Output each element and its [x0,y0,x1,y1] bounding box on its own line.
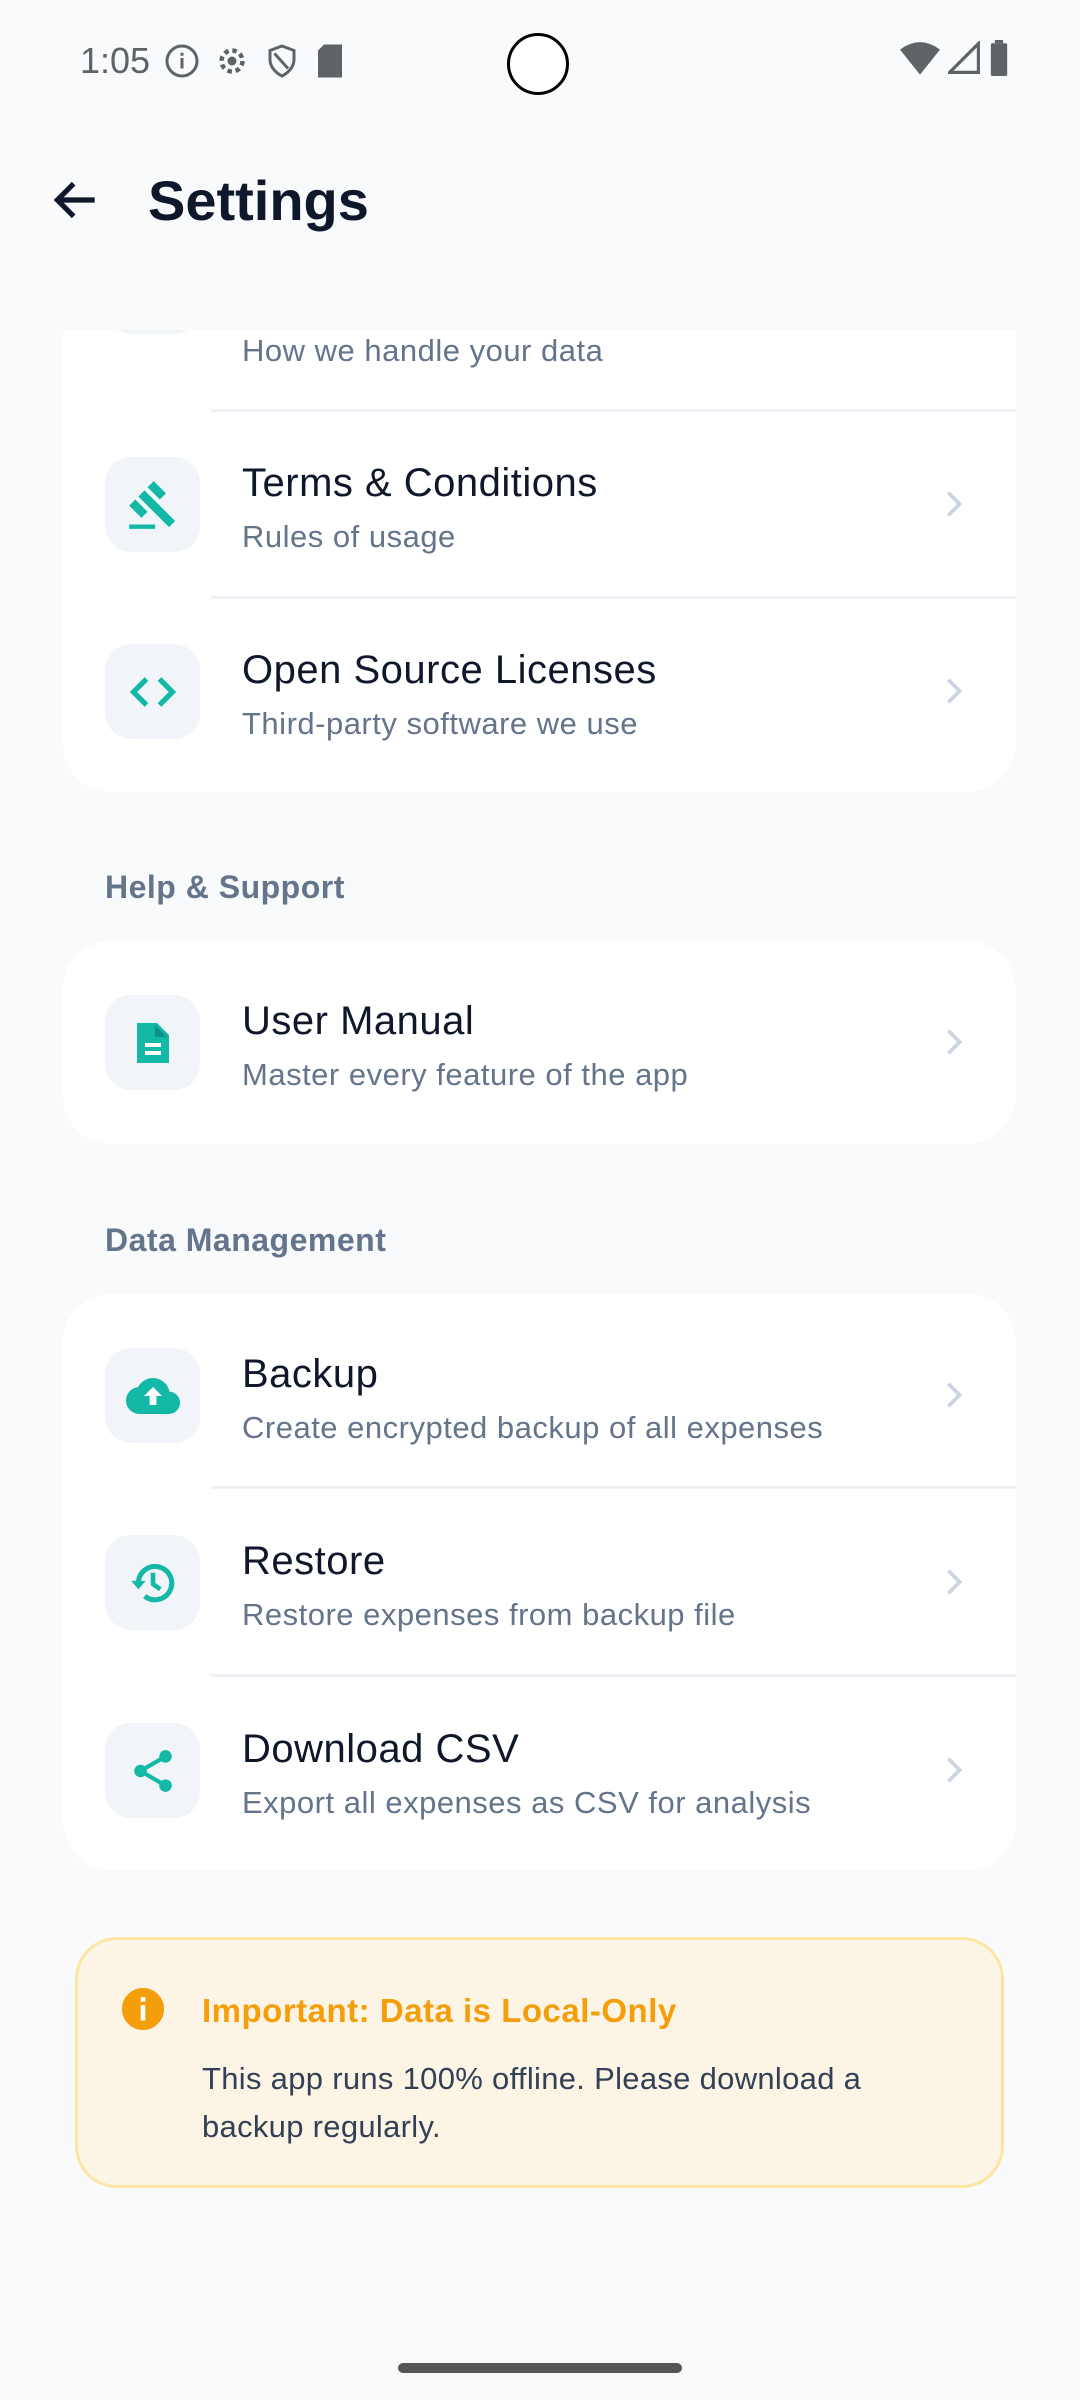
notice-body: This app runs 100% offline. Please downl… [202,2061,862,2144]
page-title: Settings [148,169,369,232]
wifi-icon [900,42,940,75]
arrow-left-icon [53,181,95,219]
home-indicator[interactable] [398,2363,682,2373]
camera-cutout [507,33,569,95]
privacy-icon [105,330,200,334]
chevron-right-icon [946,1029,963,1055]
history-icon [105,1535,200,1630]
row-title: Terms & Conditions [242,461,598,505]
user-manual-row[interactable]: User Manual Master every feature of the … [63,949,1016,1136]
section-header-data-management: Data Management [105,1222,387,1258]
row-subtitle: Master every feature of the app [242,1057,689,1092]
chevron-right-icon [946,491,963,517]
chevron-right-icon [946,1757,963,1783]
row-subtitle: Create encrypted backup of all expenses [242,1410,824,1445]
section-header-help: Help & Support [105,869,345,905]
status-time: 1:05 [80,40,151,81]
row-subtitle: Third-party software we use [242,706,638,741]
restore-row[interactable]: Restore Restore expenses from backup fil… [63,1489,1016,1676]
terms-row[interactable]: Terms & Conditions Rules of usage [63,411,1016,598]
row-title: Restore [242,1539,386,1583]
local-only-notice: Important: Data is Local-Only This app r… [75,1937,1004,2188]
signal-icon [948,41,980,74]
shield-icon [268,44,296,78]
row-subtitle: Rules of usage [242,519,456,554]
info-icon [121,1987,165,2031]
chevron-right-icon [946,678,963,704]
row-title: User Manual [242,999,475,1043]
row-subtitle: Export all expenses as CSV for analysis [242,1785,812,1820]
battery-icon [990,40,1008,76]
legal-card-clip: How we handle your data Terms & Conditio… [63,330,1016,792]
help-card: User Manual Master every feature of the … [63,941,1016,1144]
row-subtitle: How we handle your data [242,333,604,368]
row-title: Backup [242,1352,379,1396]
code-icon [105,644,200,739]
chevron-right-icon [946,1569,963,1595]
gear-icon [219,48,245,74]
download-csv-row[interactable]: Download CSV Export all expenses as CSV … [63,1677,1016,1864]
backup-row[interactable]: Backup Create encrypted backup of all ex… [63,1302,1016,1489]
row-subtitle: Restore expenses from backup file [242,1597,736,1632]
chevron-right-icon [946,1382,963,1408]
cloud-upload-icon [105,1348,200,1443]
notice-title: Important: Data is Local-Only [202,1992,677,2029]
row-title: Open Source Licenses [242,648,657,692]
gavel-icon [105,457,200,552]
share-icon [105,1723,200,1818]
data-management-card: Backup Create encrypted backup of all ex… [63,1294,1016,1870]
back-button[interactable] [48,172,104,228]
sd-card-icon [318,44,343,78]
row-title: Download CSV [242,1727,520,1771]
legal-card: How we handle your data Terms & Conditio… [63,330,1016,792]
privacy-policy-row[interactable]: How we handle your data [63,330,1016,374]
status-bar: 1:05 [80,38,346,84]
system-icons [900,40,1010,76]
document-icon [105,995,200,1090]
open-source-licenses-row[interactable]: Open Source Licenses Third-party softwar… [63,598,1016,785]
info-icon [165,44,199,78]
